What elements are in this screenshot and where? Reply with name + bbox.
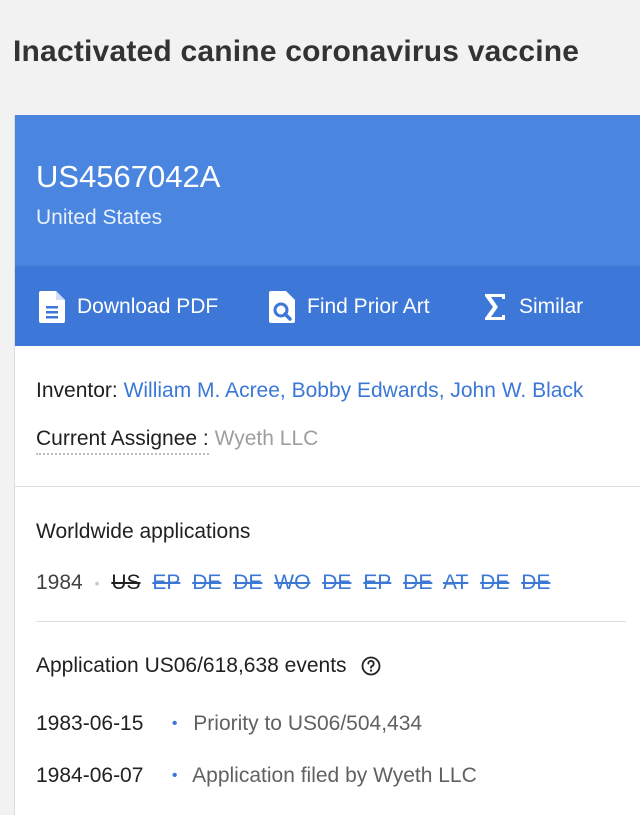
country-code-link[interactable]: DE	[403, 571, 432, 594]
event-description: Application filed by Wyeth LLC	[192, 764, 477, 787]
download-pdf-label: Download PDF	[77, 295, 219, 318]
action-bar: Download PDF Find Prior Art Similar	[15, 266, 640, 346]
country-code-link[interactable]: DE	[192, 571, 221, 594]
country-code-link[interactable]: DE	[521, 571, 550, 594]
inventor-separator: ,	[279, 379, 292, 402]
country-code-link[interactable]: DE	[233, 571, 262, 594]
country-code-current: US	[111, 571, 141, 594]
section-divider	[36, 621, 626, 622]
year-separator: •	[94, 575, 100, 592]
assignee-row: Current Assignee : Wyeth LLC	[36, 427, 319, 455]
country-code-link[interactable]: EP	[363, 571, 391, 594]
worldwide-heading: Worldwide applications	[36, 520, 251, 543]
country-code-link[interactable]: EP	[152, 571, 180, 594]
patent-header: US4567042A United States	[15, 115, 640, 266]
page-title: Inactivated canine coronavirus vaccine	[13, 35, 580, 68]
find-prior-art-icon	[269, 291, 295, 323]
country-code-link[interactable]: DE	[322, 571, 351, 594]
sigma-icon	[483, 292, 507, 322]
event-date: 1983-06-15	[36, 712, 144, 735]
similar-label: Similar	[519, 295, 584, 318]
similar-button[interactable]: Similar	[483, 290, 583, 324]
event-bullet: •	[171, 767, 178, 785]
inventor-link[interactable]: Bobby Edwards	[292, 379, 439, 402]
country-code-link[interactable]: DE	[480, 571, 509, 594]
application-year: 1984	[36, 571, 83, 594]
patent-card: US4567042A United States Download PDF Fi…	[14, 115, 640, 815]
inventor-link[interactable]: William M. Acree	[124, 379, 280, 402]
people-section: Inventor: William M. Acree, Bobby Edward…	[15, 346, 640, 487]
country-code-link[interactable]: AT	[443, 571, 468, 594]
event-bullet: •	[171, 715, 178, 733]
inventor-row: Inventor: William M. Acree, Bobby Edward…	[36, 379, 583, 403]
worldwide-applications-row: 1984 • US EP DE DE WO DE EP DE AT DE DE	[36, 571, 556, 595]
events-heading: Application US06/618,638 events	[36, 654, 381, 678]
event-row: 1984-06-07 • Application filed by Wyeth …	[36, 764, 477, 788]
event-date: 1984-06-07	[36, 764, 144, 787]
inventor-label: Inventor:	[36, 379, 118, 402]
section-divider	[15, 486, 640, 487]
help-circle-icon[interactable]	[361, 656, 381, 676]
inventor-link[interactable]: John W. Black	[450, 379, 583, 402]
download-pdf-button[interactable]: Download PDF	[39, 290, 218, 324]
event-description: Priority to US06/504,434	[193, 712, 423, 735]
patent-country: United States	[36, 206, 163, 229]
find-prior-art-label: Find Prior Art	[307, 295, 430, 318]
assignee-value: Wyeth LLC	[214, 427, 319, 450]
pdf-file-icon	[39, 291, 65, 323]
events-heading-text: Application US06/618,638 events	[36, 654, 347, 677]
event-row: 1983-06-15 • Priority to US06/504,434	[36, 712, 422, 736]
assignee-label[interactable]: Current Assignee :	[36, 427, 209, 455]
country-code-link[interactable]: WO	[274, 571, 310, 594]
inventor-separator: ,	[438, 379, 451, 402]
patent-number: US4567042A	[36, 159, 221, 194]
find-prior-art-button[interactable]: Find Prior Art	[269, 290, 430, 324]
